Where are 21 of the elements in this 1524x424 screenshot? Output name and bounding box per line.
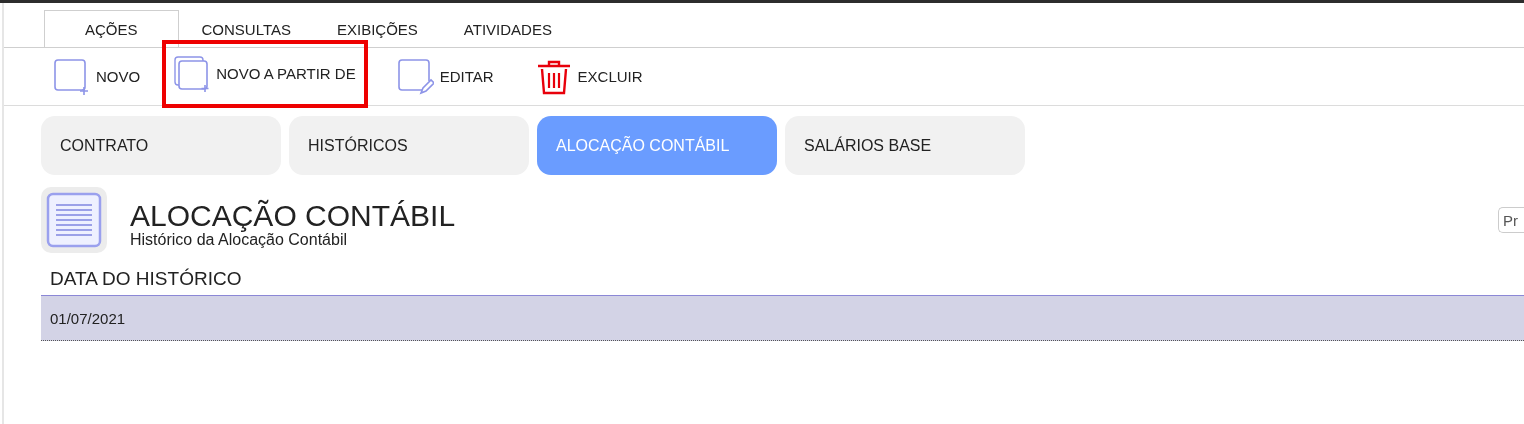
search-field[interactable]: Pr xyxy=(1498,207,1524,233)
section-tab[interactable]: HISTÓRICOS xyxy=(289,116,529,175)
menu-tab[interactable]: ATIVIDADES xyxy=(440,10,575,47)
page-subtitle: Histórico da Alocação Contábil xyxy=(130,231,348,249)
toolbar-button[interactable]: NOVO xyxy=(54,58,141,95)
toolbar-button[interactable]: EDITAR xyxy=(397,58,494,95)
table-row[interactable]: 01/07/2021 xyxy=(41,296,1524,341)
copy-document-icon xyxy=(174,55,211,92)
toolbar-button[interactable]: EXCLUIR xyxy=(535,58,643,95)
menu-tab[interactable]: EXIBIÇÕES xyxy=(314,10,441,47)
menu-tab[interactable]: CONSULTAS xyxy=(178,10,314,47)
section-tab[interactable]: CONTRATO xyxy=(41,116,281,175)
list-document-icon xyxy=(41,187,107,253)
column-header: DATA DO HISTÓRICO xyxy=(50,268,242,290)
toolbar-button[interactable]: NOVO A PARTIR DE xyxy=(174,55,356,92)
menu-tab[interactable]: AÇÕES xyxy=(44,10,179,47)
section-tab[interactable]: SALÁRIOS BASE xyxy=(785,116,1025,175)
edit-document-icon xyxy=(397,58,434,95)
trash-icon xyxy=(535,58,572,95)
new-document-icon xyxy=(54,58,90,95)
page-title: ALOCAÇÃO CONTÁBIL xyxy=(130,201,456,231)
